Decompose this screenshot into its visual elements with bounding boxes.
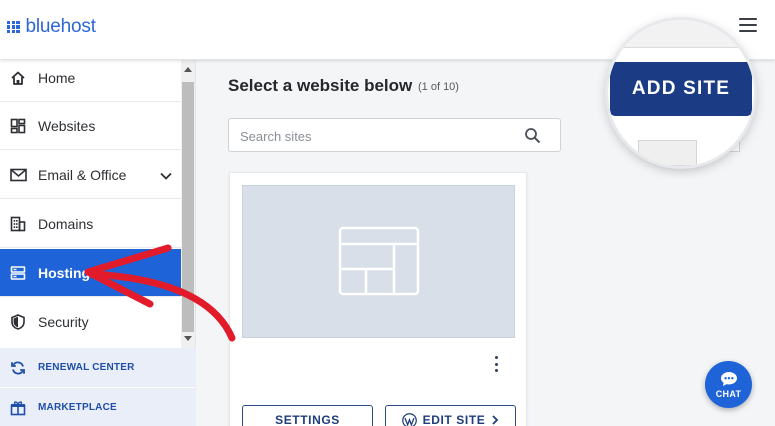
chevron-right-icon [492, 415, 499, 425]
site-card: SETTINGS EDIT SITE [229, 172, 527, 426]
sidebar-item-renewal-center[interactable]: RENEWAL CENTER [0, 348, 196, 387]
logo-text: bluehost [25, 16, 96, 37]
sidebar-item-label: Domains [38, 215, 94, 232]
shield-icon [9, 313, 27, 331]
websites-grid-icon [9, 117, 27, 135]
sidebar-item-label: Websites [38, 117, 96, 134]
sidebar-scrollbar-thumb[interactable] [182, 82, 194, 332]
sidebar-item-label: Home [38, 69, 76, 86]
sidebar-item-label: Hosting [38, 264, 91, 281]
wordpress-icon [401, 412, 417, 426]
page-title: Select a website below [228, 76, 413, 95]
site-thumbnail[interactable] [242, 185, 515, 338]
sidebar-item-security[interactable]: Security [0, 298, 181, 346]
settings-button[interactable]: SETTINGS [242, 405, 373, 426]
search-icon[interactable] [524, 127, 541, 149]
search-box [228, 118, 561, 152]
add-site-magnifier-callout: ADD SITE [608, 20, 754, 166]
sidebar-item-domains[interactable]: Domains [0, 200, 181, 248]
sidebar-item-marketplace[interactable]: MARKETPLACE [0, 388, 196, 426]
chat-label: CHAT [715, 388, 742, 399]
sidebar-item-home[interactable]: Home [0, 54, 181, 102]
logo-grid-icon [7, 20, 20, 34]
edit-site-button[interactable]: EDIT SITE [385, 405, 516, 426]
home-icon [9, 69, 27, 87]
chat-bubble-icon [720, 371, 737, 386]
sidebar-item-email-office[interactable]: Email & Office [0, 151, 181, 199]
envelope-icon [9, 166, 27, 184]
sidebar-item-label: RENEWAL CENTER [38, 362, 135, 373]
add-site-button[interactable]: ADD SITE [610, 62, 752, 116]
sidebar-item-label: Email & Office [38, 166, 127, 183]
scroll-up-arrow-icon[interactable] [184, 67, 192, 72]
search-input[interactable] [240, 127, 510, 145]
website-layout-icon [338, 226, 420, 296]
sidebar-item-hosting[interactable]: Hosting [0, 249, 181, 297]
chevron-down-icon[interactable] [160, 167, 172, 185]
edit-site-label: EDIT SITE [422, 413, 486, 426]
kebab-menu-icon[interactable] [492, 356, 500, 372]
refresh-icon [9, 360, 27, 376]
magnified-control-part [696, 140, 736, 166]
gift-icon [9, 400, 27, 416]
bluehost-logo[interactable]: bluehost [7, 16, 96, 38]
building-icon [9, 215, 27, 233]
magnified-strip [608, 20, 754, 48]
sidebar-item-label: Security [38, 314, 89, 330]
sidebar-item-websites[interactable]: Websites [0, 102, 181, 150]
scroll-down-arrow-icon[interactable] [184, 336, 192, 341]
chat-button[interactable]: CHAT [705, 361, 752, 408]
app-screen: bluehost Home Websites Email & Office Do… [0, 0, 775, 426]
server-icon [9, 264, 27, 282]
sidebar-item-label: MARKETPLACE [38, 402, 117, 413]
site-count: (1 of 10) [418, 81, 459, 93]
